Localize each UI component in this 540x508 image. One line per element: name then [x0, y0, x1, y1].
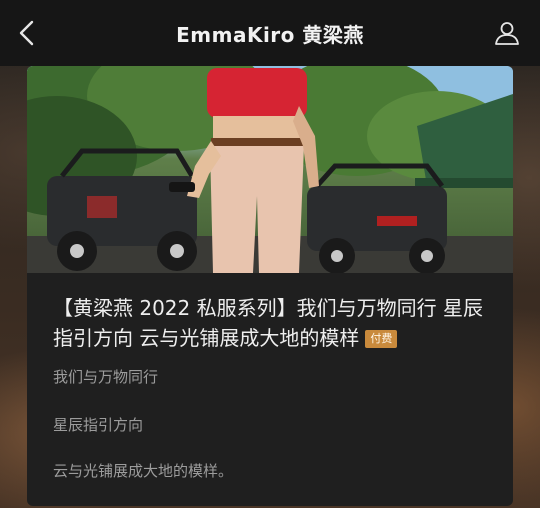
post-card[interactable]: 【黄梁燕 2022 私服系列】我们与万物同行 星辰指引方向 云与光铺展成大地的模…	[27, 66, 513, 506]
post-paragraph-3: 云与光铺展成大地的模样。	[53, 462, 234, 480]
paid-badge: 付费	[365, 330, 398, 348]
cover-illustration	[27, 66, 513, 273]
post-cover-image[interactable]	[27, 66, 513, 273]
top-bar: EmmaKiro 黄梁燕	[0, 0, 540, 66]
back-button[interactable]	[12, 18, 42, 48]
screen: EmmaKiro 黄梁燕 【黄梁燕 2022 私服系列】我们与万物同行 星辰指引…	[0, 0, 540, 508]
page-title: EmmaKiro 黄梁燕	[176, 22, 364, 47]
profile-button[interactable]	[492, 18, 522, 48]
post-paragraph-2: 星辰指引方向	[53, 416, 144, 434]
user-icon	[495, 22, 519, 45]
post-paragraph-1: 我们与万物同行	[53, 368, 159, 386]
post-title[interactable]: 【黄梁燕 2022 私服系列】我们与万物同行 星辰指引方向 云与光铺展成大地的模…	[53, 293, 487, 353]
post-title-text: 【黄梁燕 2022 私服系列】我们与万物同行 星辰指引方向 云与光铺展成大地的模…	[53, 296, 483, 350]
post-content: 【黄梁燕 2022 私服系列】我们与万物同行 星辰指引方向 云与光铺展成大地的模…	[27, 273, 513, 353]
chevron-left-icon	[19, 20, 34, 46]
